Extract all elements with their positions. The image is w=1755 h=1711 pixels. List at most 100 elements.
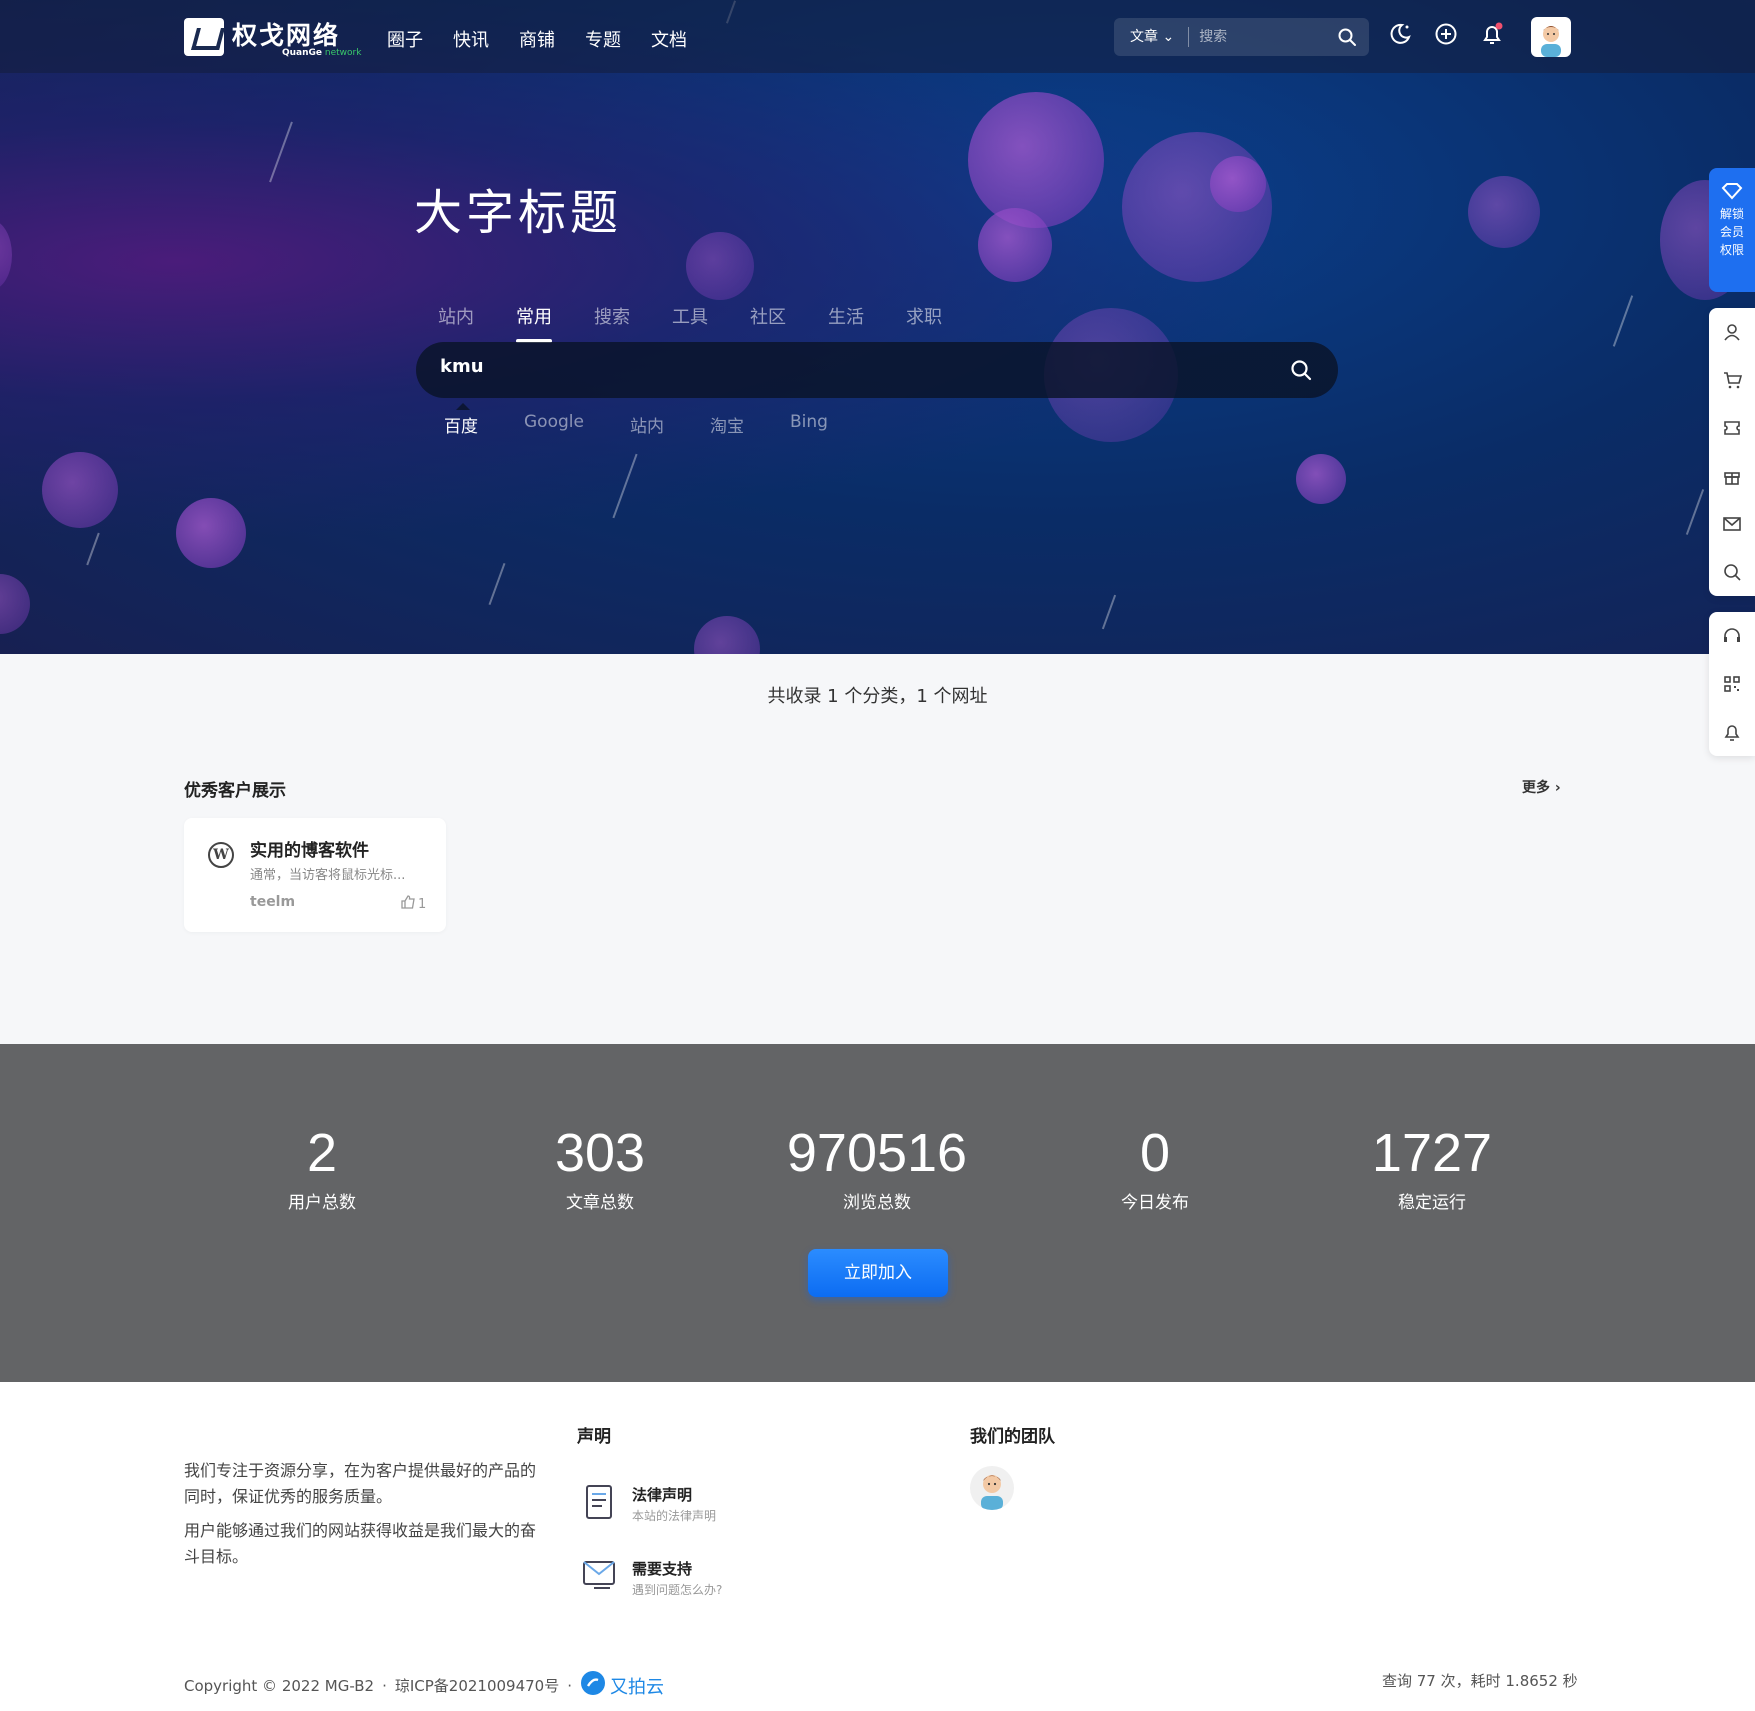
hero-banner: 大字标题 站内 常用 搜索 工具 社区 生活 求职 百度 Google 站内 淘…: [0, 0, 1755, 654]
search-icon[interactable]: [1709, 548, 1755, 596]
hero-search-input[interactable]: [440, 356, 1240, 377]
support-link[interactable]: 需要支持 遇到问题怎么办?: [580, 1556, 722, 1600]
stat-views: 970516 浏览总数: [747, 1122, 1007, 1213]
support-title: 需要支持: [632, 1560, 693, 1578]
tab-site[interactable]: 站内: [438, 303, 474, 329]
legal-link[interactable]: 法律声明 本站的法律声明: [580, 1482, 716, 1526]
engine-baidu[interactable]: 百度: [444, 403, 478, 437]
card-description: 通常，当访客将鼠标光标...: [250, 868, 406, 883]
mail-icon[interactable]: [1709, 500, 1755, 548]
logo-text: 权戈网络: [232, 21, 341, 50]
tab-tools[interactable]: 工具: [672, 303, 708, 329]
user-icon[interactable]: [1709, 308, 1755, 356]
stat-value: 1727: [1371, 1123, 1493, 1183]
bell-icon[interactable]: [1480, 22, 1504, 46]
stat-label: 稳定运行: [1398, 1193, 1466, 1213]
section-title: 优秀客户展示: [184, 781, 286, 801]
about-paragraph-1: 我们专注于资源分享，在为客户提供最好的产品的同时，保证优秀的服务质量。: [184, 1461, 537, 1506]
engine-bing[interactable]: Bing: [790, 412, 828, 437]
card-author: teelm: [250, 894, 296, 910]
legal-title: 法律声明: [632, 1486, 693, 1504]
separator-dot: ·: [567, 1676, 573, 1695]
main-nav: 圈子 快讯 商铺 专题 文档: [387, 26, 687, 52]
decor-bubble: [0, 220, 12, 290]
about-paragraph-2: 用户能够通过我们的网站获得收益是我们最大的奋斗目标。: [184, 1521, 537, 1566]
like-count: 1: [418, 896, 427, 912]
stat-users: 2 用户总数: [192, 1122, 452, 1213]
copyright-text: Copyright © 2022 MG-B2: [184, 1676, 375, 1695]
decor-line: [1685, 489, 1705, 535]
tab-search[interactable]: 搜索: [594, 303, 630, 329]
like-button[interactable]: 1: [400, 894, 426, 914]
stat-articles: 303 文章总数: [470, 1122, 730, 1213]
search-type-select[interactable]: 文章 ⌄: [1114, 27, 1190, 47]
search-icon[interactable]: [1337, 27, 1357, 51]
hero-title: 大字标题: [414, 185, 623, 241]
nav-news[interactable]: 快讯: [453, 26, 489, 52]
upyun-logo[interactable]: 又拍云: [580, 1670, 664, 1701]
icp-link[interactable]: 琼ICP备2021009470号: [395, 1675, 559, 1696]
side-toolbar-1: [1709, 308, 1755, 596]
decor-line: [612, 453, 638, 519]
engine-site[interactable]: 站内: [630, 412, 664, 437]
about-text: 我们专注于资源分享，在为客户提供最好的产品的同时，保证优秀的服务质量。 用户能够…: [184, 1458, 544, 1578]
vip-label-2: 会员: [1719, 225, 1744, 239]
user-avatar[interactable]: [1531, 17, 1571, 57]
vip-label-3: 权限: [1719, 243, 1744, 257]
decor-line: [86, 532, 100, 566]
chevron-right-icon: ›: [1554, 780, 1561, 796]
site-card[interactable]: W 实用的博客软件 通常，当访客将鼠标光标... teelm 1: [184, 818, 446, 932]
bell-icon[interactable]: [1709, 708, 1755, 756]
decor-bubble: [686, 232, 754, 300]
diamond-icon: [1709, 182, 1755, 205]
decor-bubble: [1468, 176, 1540, 248]
statement-title: 声明: [577, 1427, 611, 1447]
upyun-text: 又拍云: [610, 1676, 665, 1698]
add-icon[interactable]: [1434, 22, 1458, 46]
stat-value: 0: [1139, 1123, 1171, 1183]
decor-bubble: [176, 498, 246, 568]
query-stats: 查询 77 次，耗时 1.8652 秒: [1382, 1672, 1578, 1690]
site-logo[interactable]: 权戈网络 QuanGe network: [184, 16, 361, 58]
header-search-input[interactable]: [1189, 29, 1340, 45]
ticket-icon[interactable]: [1709, 404, 1755, 452]
dark-mode-icon[interactable]: [1388, 22, 1412, 46]
nav-shop[interactable]: 商铺: [519, 26, 555, 52]
decor-bubble: [1296, 454, 1346, 504]
stat-uptime: 1727 稳定运行: [1302, 1122, 1562, 1213]
gift-icon[interactable]: [1709, 452, 1755, 500]
hero-search-bar: [416, 342, 1338, 398]
stat-value: 2: [306, 1123, 338, 1183]
stat-value: 970516: [786, 1123, 968, 1183]
decor-bubble: [694, 616, 760, 654]
tab-life[interactable]: 生活: [828, 303, 864, 329]
stat-value: 303: [554, 1123, 646, 1183]
thumbs-up-icon: [400, 894, 416, 914]
separator-dot: ·: [382, 1676, 387, 1695]
team-title: 我们的团队: [970, 1427, 1055, 1447]
engine-taobao[interactable]: 淘宝: [710, 412, 744, 437]
decor-bubble: [978, 208, 1052, 282]
nav-docs[interactable]: 文档: [651, 26, 687, 52]
tab-community[interactable]: 社区: [750, 303, 786, 329]
nav-circle[interactable]: 圈子: [387, 26, 423, 52]
nav-topics[interactable]: 专题: [585, 26, 621, 52]
cart-icon[interactable]: [1709, 356, 1755, 404]
header-actions: [1388, 22, 1504, 46]
upyun-icon: [580, 1670, 606, 1701]
engine-google[interactable]: Google: [524, 412, 584, 437]
search-icon[interactable]: [1290, 359, 1312, 385]
tab-common[interactable]: 常用: [516, 303, 552, 343]
tab-jobs[interactable]: 求职: [906, 303, 942, 329]
search-category-tabs: 站内 常用 搜索 工具 社区 生活 求职: [438, 303, 942, 343]
unlock-vip-button[interactable]: 解锁 会员 权限: [1709, 168, 1755, 292]
join-button[interactable]: 立即加入: [808, 1249, 948, 1297]
logo-icon: [184, 18, 224, 56]
headset-icon[interactable]: [1709, 612, 1755, 660]
decor-line: [488, 562, 506, 606]
stat-label: 用户总数: [288, 1193, 356, 1213]
stat-today: 0 今日发布: [1025, 1122, 1285, 1213]
more-link[interactable]: 更多 ›: [1522, 777, 1561, 797]
stat-label: 浏览总数: [843, 1193, 911, 1213]
team-member-avatar[interactable]: [970, 1466, 1014, 1510]
